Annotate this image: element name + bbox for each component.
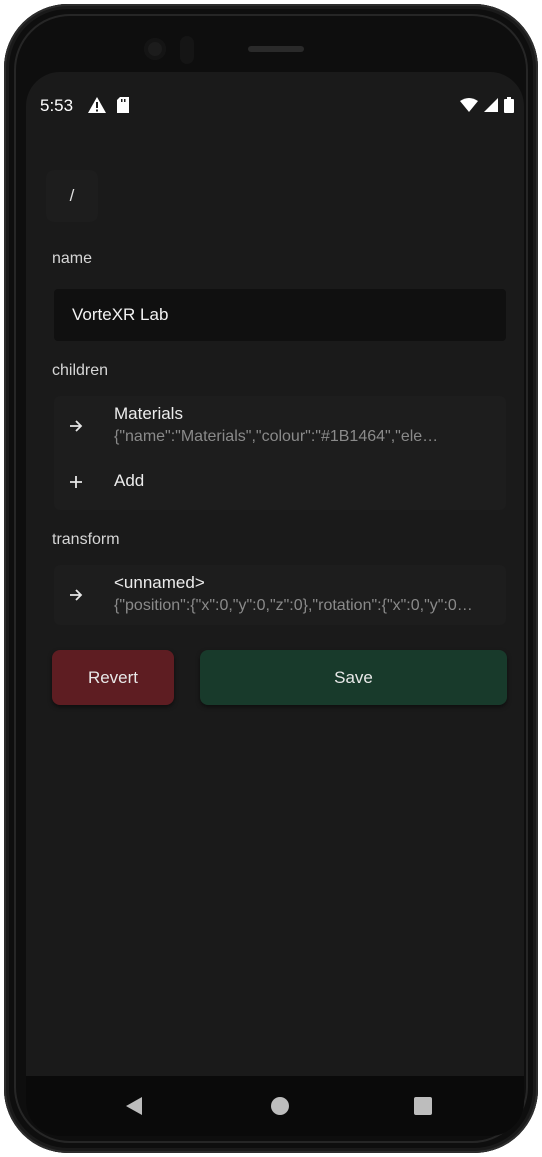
add-label: Add: [114, 471, 145, 490]
status-bar: 5:53: [26, 90, 524, 122]
list-item[interactable]: <unnamed> {"position":{"x":0,"y":0,"z":0…: [54, 565, 506, 625]
front-camera: [144, 38, 166, 60]
recents-icon[interactable]: [411, 1094, 435, 1118]
children-list: Materials {"name":"Materials","colour":"…: [54, 396, 506, 510]
list-item[interactable]: Materials {"name":"Materials","colour":"…: [54, 396, 506, 456]
transform-title: <unnamed>: [114, 573, 205, 592]
transform-section-label: transform: [52, 531, 120, 548]
status-system-icons: [460, 97, 514, 118]
back-icon[interactable]: [122, 1094, 146, 1118]
plus-icon: [64, 470, 88, 494]
children-section-label: children: [52, 362, 109, 379]
child-subtitle: {"name":"Materials","colour":"#1B1464","…: [114, 428, 439, 445]
app-screen: 5:53 / name VorteXR Lab children Materia…: [26, 72, 524, 1136]
breadcrumb-root[interactable]: /: [46, 170, 98, 222]
revert-button[interactable]: Revert: [52, 650, 174, 705]
earpiece-speaker: [248, 46, 304, 52]
child-title: Materials: [114, 404, 183, 423]
transform-list: <unnamed> {"position":{"x":0,"y":0,"z":0…: [54, 565, 506, 625]
warning-icon: [88, 97, 106, 118]
proximity-sensor: [180, 36, 194, 64]
phone-frame: 5:53 / name VorteXR Lab children Materia…: [4, 4, 538, 1153]
name-section-label: name: [52, 250, 93, 267]
arrow-right-icon: [64, 414, 88, 438]
wifi-icon: [460, 98, 478, 117]
status-time: 5:53: [40, 96, 74, 115]
save-button[interactable]: Save: [200, 650, 507, 705]
home-icon[interactable]: [268, 1094, 292, 1118]
status-notification-icons: [88, 97, 130, 118]
name-input[interactable]: VorteXR Lab: [54, 289, 506, 341]
navigation-bar: [26, 1076, 524, 1136]
sd-card-icon: [116, 97, 130, 118]
add-child-button[interactable]: Add: [54, 456, 506, 510]
transform-subtitle: {"position":{"x":0,"y":0,"z":0},"rotatio…: [114, 597, 473, 614]
battery-icon: [504, 97, 514, 118]
arrow-right-icon: [64, 583, 88, 607]
signal-icon: [484, 98, 498, 117]
